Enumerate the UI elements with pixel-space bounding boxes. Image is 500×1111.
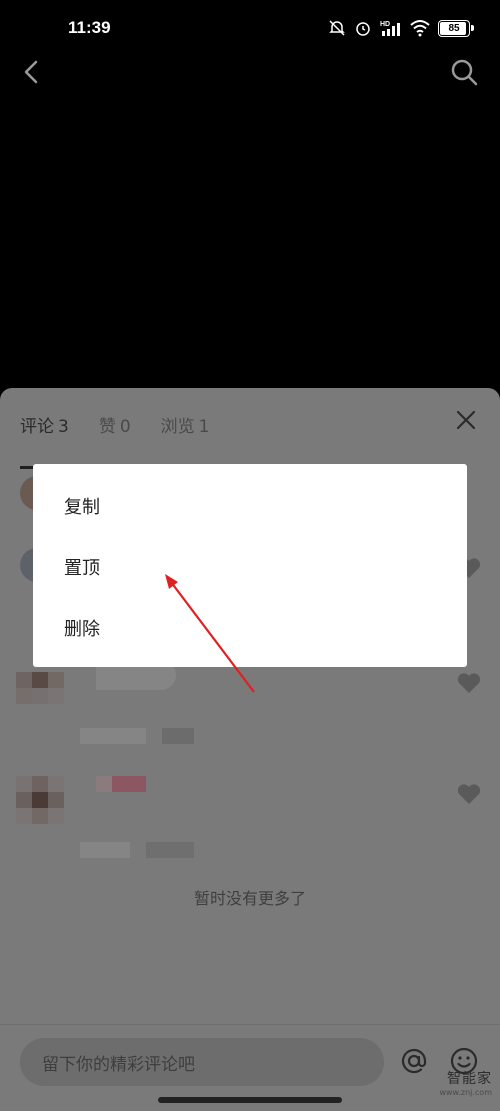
watermark: 智能家 www.znj.com xyxy=(439,1068,492,1097)
username-redacted xyxy=(112,776,146,792)
alarm-icon xyxy=(356,22,370,36)
comment-context-menu: 复制 置顶 删除 xyxy=(33,464,467,667)
svg-text:HD: HD xyxy=(380,21,390,28)
mention-at-icon[interactable] xyxy=(398,1045,430,1077)
status-icons: HD 85 xyxy=(328,17,474,39)
watermark-logo-text: 智能家 xyxy=(447,1071,492,1087)
back-arrow-icon[interactable] xyxy=(18,56,48,88)
home-indicator[interactable] xyxy=(158,1097,342,1103)
comment-input[interactable]: 留下你的精彩评论吧 xyxy=(20,1038,384,1086)
menu-item-copy[interactable]: 复制 xyxy=(33,475,467,537)
watermark-url: www.znj.com xyxy=(439,1088,492,1097)
avatar[interactable] xyxy=(16,776,64,824)
tab-label: 赞 xyxy=(98,417,116,437)
tab-count: 0 xyxy=(119,417,131,437)
tab-likes[interactable]: 赞0 xyxy=(99,412,131,449)
tab-views[interactable]: 浏览 1 xyxy=(161,412,210,449)
menu-item-pin[interactable]: 置顶 xyxy=(33,536,467,598)
username-redacted xyxy=(96,776,112,792)
comment-tabs: 评论 3 赞0 浏览 1 xyxy=(20,412,210,469)
battery-icon: 85 xyxy=(438,19,474,37)
status-bar: 11:39 HD 85 xyxy=(0,0,500,56)
comment-meta-redacted xyxy=(146,842,194,858)
status-time: 11:39 xyxy=(68,18,111,37)
like-heart-icon[interactable] xyxy=(456,782,482,806)
search-icon[interactable] xyxy=(448,56,480,88)
menu-item-delete[interactable]: 删除 xyxy=(33,597,467,659)
mute-bell-icon xyxy=(329,20,345,36)
top-nav xyxy=(0,50,500,94)
comment-meta-redacted xyxy=(162,728,194,744)
wifi-icon xyxy=(410,20,430,37)
avatar[interactable] xyxy=(16,672,64,720)
tab-count: 3 xyxy=(58,417,69,437)
battery-level: 85 xyxy=(448,22,460,34)
tab-count: 1 xyxy=(198,417,210,437)
no-more-text: 暂时没有更多了 xyxy=(193,889,306,908)
hd-signal-icon: HD xyxy=(380,21,400,36)
tab-label: 评论 xyxy=(20,417,54,437)
comment-input-bar: 留下你的精彩评论吧 智能家 www.znj.com xyxy=(0,1024,500,1111)
tab-label: 浏览 xyxy=(160,417,195,437)
close-icon[interactable] xyxy=(454,408,478,432)
tab-comments[interactable]: 评论 3 xyxy=(20,412,72,469)
comment-text-redacted xyxy=(80,842,130,858)
comment-text-redacted xyxy=(80,728,146,744)
like-heart-icon[interactable] xyxy=(456,671,482,695)
